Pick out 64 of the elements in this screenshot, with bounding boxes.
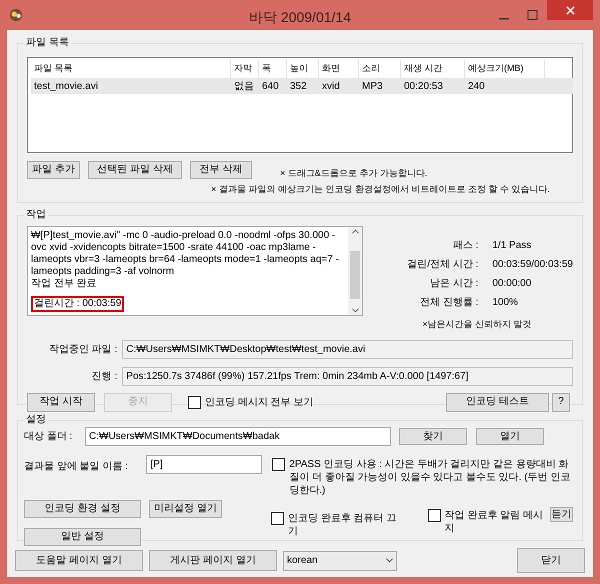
button[interactable]: 선택된 파일 삭제 (88, 161, 182, 179)
stat-value: 1/1 Pass (492, 239, 532, 253)
log-text: ₩[P]test_movie.avi" -mc 0 -audio-preload 0.0 -noodml -ofps 30.000 -ovc xvid -xvidencopts bitrate=1500 -srate 44100 -oac mp3lame -lameopts vbr=3 -lameopts br=64 -lameopts mode=1 -lameopts aq=7 -lameopts padding=3 -af volnorm (31, 230, 340, 278)
note-text: × 드래그&드롭으로 추가 가능합니다. (280, 167, 428, 180)
button[interactable]: 미리설정 열기 (149, 500, 222, 518)
checkbox-label: 작업 완료후 알림 메시지 (444, 509, 544, 535)
button[interactable]: 게시판 페이지 열기 (149, 550, 277, 571)
checkbox[interactable] (188, 396, 201, 408)
app-icon (9, 8, 23, 22)
note-text: × 결과물 파일의 예상크기는 인코딩 환경설정에서 비트레이트로 조정 할 수 있습니다. (211, 182, 551, 196)
table-cell-text: 240 (467, 80, 486, 94)
log-text: 작업 전부 완료 (31, 278, 98, 290)
button[interactable]: 닫기 (517, 548, 585, 573)
scrollbar[interactable] (348, 227, 362, 315)
scroll-up-icon[interactable] (352, 229, 359, 234)
button[interactable]: ? (552, 392, 570, 412)
maximize-icon[interactable] (527, 10, 538, 20)
button[interactable]: 전부 삭제 (190, 161, 252, 179)
field-label: 대상 폴더 : (24, 430, 74, 444)
prefix-field[interactable]: [P] (146, 455, 262, 474)
file-row[interactable]: test_movie.avi 없음 640 352 xvid MP3 00:20:53 240 (31, 78, 573, 94)
stat-value: 00:00:00 (492, 277, 532, 291)
folder-field[interactable]: C:₩Users₩MSIMKT₩Documents₩badak (85, 427, 391, 446)
stat-label: 남은 시간 : (429, 277, 478, 291)
stat-label: 패스 : (452, 239, 478, 253)
checkbox-label: 인코딩 메시지 전부 보기 (205, 396, 314, 408)
button[interactable]: 작업 시작 (27, 392, 95, 412)
button[interactable]: 일반 설정 (24, 528, 141, 546)
field-label: 작업중인 파일 : (48, 342, 118, 356)
table-cell-text: 640 (261, 80, 280, 94)
stat-label: 전체 진행률 : (419, 296, 478, 310)
stat-value: 100% (492, 296, 518, 310)
checkbox-label: 인코딩 완료후 컴퓨터 끄기 (288, 512, 398, 538)
close-icon (566, 6, 574, 14)
table-cell-text: 352 (289, 80, 308, 94)
button[interactable]: 파일 추가 (27, 161, 80, 179)
field-label: 결과물 앞에 붙일 이름 : (24, 460, 129, 474)
readonly-field: C:₩Users₩MSIMKT₩Desktop₩test₩test_movie.avi (122, 340, 573, 358)
log-text: 걸린시간 : 00:03:59 (31, 296, 124, 312)
button[interactable]: 찾기 (399, 428, 467, 445)
button[interactable]: 듣기 (550, 507, 574, 522)
language-select[interactable]: korean (283, 550, 397, 570)
button[interactable]: 인코딩 테스트 (446, 392, 549, 412)
scroll-thumb[interactable] (350, 251, 360, 299)
close-button[interactable] (547, 0, 593, 20)
table-cell-text: xvid (321, 80, 341, 94)
checkbox[interactable] (272, 458, 286, 471)
checkbox[interactable] (428, 509, 441, 522)
note-text: ×남은시간을 신뢰하지 말것 (422, 318, 533, 331)
checkbox-label: 2PASS 인코딩 사용 : 시간은 두배가 걸리지만 같은 용량대비 화질이 더 좋아질 가능성이 있을수 있다고 볼수도 있다. (두번 인코딩한다.) (289, 458, 572, 497)
stat-label: 걸린/전체 시간 : (406, 258, 478, 272)
stat-value: 00:03:59/00:03:59 (492, 258, 573, 272)
button[interactable]: 도움말 페이지 열기 (15, 550, 143, 571)
readonly-field: Pos:1250.7s 37486f (99%) 157.21fps Trem: 0min 234mb A-V:0.000 [1497:67] (122, 366, 573, 386)
window-title: 바닥 2009/01/14 (249, 8, 351, 27)
field-label: 진행 : (90, 370, 118, 384)
checkbox[interactable] (271, 512, 284, 525)
button[interactable]: 열기 (476, 428, 544, 445)
scroll-down-icon[interactable] (352, 308, 359, 313)
table-cell-text: test_movie.avi (33, 80, 99, 94)
table-cell-text: MP3 (361, 80, 384, 94)
table-cell-text: 없음 (233, 80, 255, 94)
button[interactable]: 인코딩 환경 설정 (24, 500, 141, 518)
table-cell-text: 00:20:53 (403, 80, 444, 94)
